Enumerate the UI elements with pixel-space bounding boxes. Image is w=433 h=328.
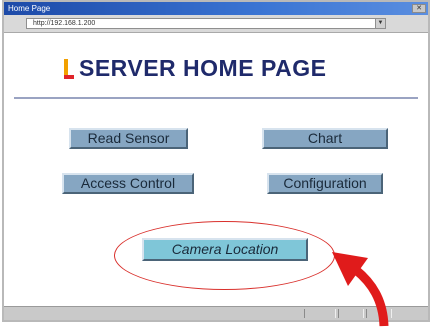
title-bar: Home Page ✕	[4, 2, 428, 15]
address-url: http://192.168.1.200	[33, 20, 96, 27]
status-segment	[366, 309, 392, 318]
chevron-down-icon[interactable]: ▼	[375, 19, 385, 28]
browser-window: Home Page ✕ http://192.168.1.200 ▼ SERVE…	[2, 0, 430, 322]
configuration-button[interactable]: Configuration	[267, 173, 383, 194]
camera-location-button[interactable]: Camera Location	[142, 238, 308, 261]
chart-button[interactable]: Chart	[262, 128, 388, 149]
read-sensor-button[interactable]: Read Sensor	[69, 128, 188, 149]
close-window-icon[interactable]: ✕	[412, 4, 426, 13]
address-input[interactable]: http://192.168.1.200 ▼	[26, 18, 386, 29]
access-control-button[interactable]: Access Control	[62, 173, 194, 194]
address-bar: http://192.168.1.200 ▼	[4, 15, 428, 33]
status-segment	[338, 309, 364, 318]
window-title: Home Page	[8, 4, 51, 13]
server-logo-icon	[62, 59, 74, 79]
status-segment	[304, 309, 336, 318]
page-title: SERVER HOME PAGE	[79, 55, 327, 81]
page-content: SERVER HOME PAGE Read Sensor Chart Acces…	[4, 33, 428, 298]
divider	[14, 97, 418, 99]
status-bar	[4, 306, 428, 320]
